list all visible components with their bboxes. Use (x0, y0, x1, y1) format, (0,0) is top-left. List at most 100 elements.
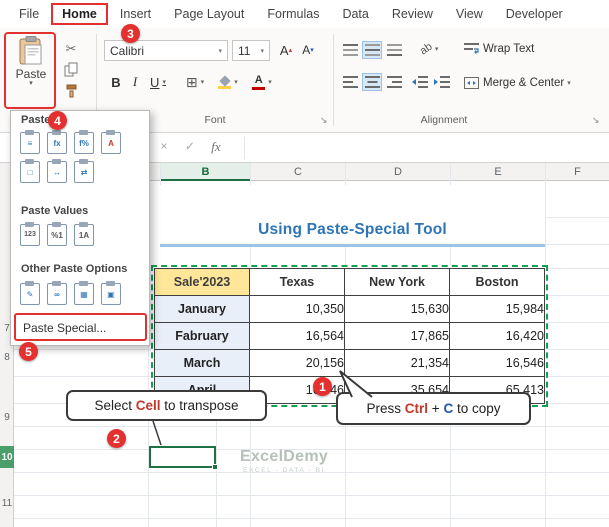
paste-option-values-number-formatting-icon[interactable]: %1 (46, 222, 68, 246)
value-cell[interactable]: 15,984 (449, 295, 545, 323)
group-separator (333, 34, 334, 126)
row-header-10[interactable]: 10 (0, 446, 14, 468)
orientation-button[interactable]: ab ▾ (412, 39, 446, 59)
borders-button[interactable]: ⊞ ▾ (182, 72, 208, 92)
paste-option-formulas-icon[interactable]: fx (46, 130, 68, 154)
month-cell[interactable]: Fabruary (154, 322, 250, 350)
shrink-font-button[interactable]: A ▾ (298, 40, 318, 60)
month-cell[interactable]: March (154, 349, 250, 377)
increase-indent-button[interactable] (432, 73, 452, 91)
excel-window: File Home Insert Page Layout Formulas Da… (0, 0, 609, 527)
cancel-button[interactable]: × (156, 139, 172, 153)
callout-text: Select (94, 398, 136, 413)
paste-option-formatting-icon[interactable]: ✎ (19, 281, 41, 305)
row-header-8[interactable]: 8 (0, 352, 14, 363)
paste-option-values-icon[interactable]: 123 (19, 222, 41, 246)
table-header-boston[interactable]: Boston (449, 268, 545, 296)
value-cell[interactable]: 10,350 (249, 295, 345, 323)
formula-input[interactable] (246, 133, 609, 162)
exceldemy-tagline: EXCEL - DATA - BI (243, 467, 326, 474)
tab-page-layout[interactable]: Page Layout (163, 3, 255, 25)
paste-option-linked-picture-icon[interactable]: ▣ (100, 281, 122, 305)
value-cell[interactable]: 16,546 (449, 349, 545, 377)
font-name-select[interactable]: Calibri ▾ (104, 40, 228, 61)
sheet-title-cell[interactable]: Using Paste-Special Tool (160, 185, 545, 247)
alignment-group-label: Alignment (420, 114, 468, 126)
tab-developer[interactable]: Developer (495, 3, 574, 25)
align-left-button[interactable] (340, 73, 360, 91)
value-cell[interactable]: 17,865 (344, 322, 450, 350)
format-painter-icon (66, 84, 76, 98)
tab-home[interactable]: Home (51, 3, 108, 25)
column-header-e[interactable]: E (450, 163, 545, 181)
column-header-f[interactable]: F (545, 163, 609, 181)
formula-bar-divider (244, 137, 245, 159)
paste-option-paste-icon[interactable]: ≡ (19, 130, 41, 154)
tab-insert[interactable]: Insert (109, 3, 162, 25)
merge-center-button[interactable]: Merge & Center ▾ (464, 73, 571, 93)
paste-option-no-borders-icon[interactable]: □ (19, 159, 41, 183)
row-header-9[interactable]: 9 (0, 412, 14, 423)
tab-data[interactable]: Data (331, 3, 379, 25)
month-cell[interactable]: January (154, 295, 250, 323)
value-cell[interactable]: 15,630 (344, 295, 450, 323)
font-size-select[interactable]: 11 ▾ (232, 40, 270, 61)
table-header-sale[interactable]: Sale'2023 (154, 268, 250, 296)
value-cell[interactable]: 16,564 (249, 322, 345, 350)
tab-review[interactable]: Review (381, 3, 444, 25)
paste-option-formulas-number-formatting-icon[interactable]: f% (73, 130, 95, 154)
step-badge-2: 2 (107, 429, 126, 448)
wrap-text-button[interactable]: Wrap Text (464, 39, 534, 59)
column-header-b[interactable]: B (160, 163, 250, 181)
align-right-icon (386, 76, 402, 88)
font-dialog-launcher[interactable]: ↘ (320, 115, 328, 126)
grow-font-button[interactable]: A ▴ (276, 40, 296, 60)
column-header-d[interactable]: D (345, 163, 450, 181)
paste-option-picture-icon[interactable]: ▦ (73, 281, 95, 305)
bold-button[interactable]: B (108, 72, 124, 92)
annotation-box-paste (4, 32, 56, 109)
value-cell[interactable]: 21,354 (344, 349, 450, 377)
column-header-c[interactable]: C (250, 163, 345, 181)
align-middle-button[interactable] (362, 41, 382, 59)
paste-option-values-source-formatting-icon[interactable]: 1A (73, 222, 95, 246)
tab-view[interactable]: View (445, 3, 494, 25)
paste-option-keep-source-formatting-icon[interactable]: A (100, 130, 122, 154)
cut-button[interactable]: ✂ (60, 40, 82, 58)
align-bottom-button[interactable] (384, 41, 404, 59)
align-top-button[interactable] (340, 41, 360, 59)
value-cell[interactable]: 20,156 (249, 349, 345, 377)
merge-center-icon (464, 77, 479, 89)
align-right-button[interactable] (384, 73, 404, 91)
italic-button[interactable]: I (128, 72, 142, 92)
table-header-new-york[interactable]: New York (344, 268, 450, 296)
underline-button[interactable]: U ▾ (146, 72, 170, 92)
format-painter-button[interactable] (60, 82, 82, 100)
fill-color-button[interactable]: ▾ (214, 72, 242, 92)
table-row: January 10,350 15,630 15,984 (154, 295, 545, 323)
table-header-texas[interactable]: Texas (249, 268, 345, 296)
tab-file[interactable]: File (8, 3, 50, 25)
paste-option-paste-link-icon[interactable]: ∞ (46, 281, 68, 305)
step-badge-3: 3 (121, 24, 140, 43)
callout-text: to transpose (160, 398, 239, 413)
align-center-button[interactable] (362, 73, 382, 91)
enter-button[interactable]: ✓ (182, 139, 198, 153)
selected-cell-b10[interactable] (149, 446, 218, 470)
fill-handle[interactable] (212, 464, 218, 470)
chevron-down-icon: ▾ (200, 79, 205, 86)
wrap-text-icon (464, 43, 479, 54)
alignment-dialog-launcher[interactable]: ↘ (592, 115, 600, 126)
copy-button[interactable] (60, 60, 82, 78)
row-header-11[interactable]: 11 (0, 498, 14, 509)
paste-option-keep-source-column-widths-icon[interactable]: ↔ (46, 159, 68, 183)
tab-formulas[interactable]: Formulas (256, 3, 330, 25)
decrease-indent-button[interactable] (410, 73, 430, 91)
paste-option-transpose-icon[interactable]: ⇄ (73, 159, 95, 183)
insert-function-button[interactable]: fx (208, 139, 224, 155)
font-color-button[interactable]: A ▾ (248, 72, 276, 92)
value-cell[interactable]: 16,420 (449, 322, 545, 350)
gridline (545, 295, 609, 296)
wrap-text-label: Wrap Text (483, 43, 535, 55)
gridline (13, 495, 609, 496)
